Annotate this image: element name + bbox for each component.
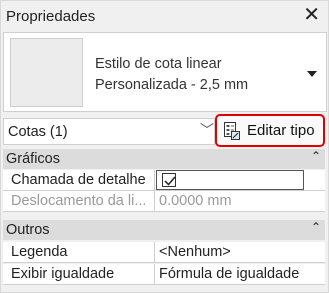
detail-callout-checkbox[interactable] — [162, 173, 176, 187]
scrollbar[interactable] — [325, 147, 328, 292]
property-name: Deslocamento da li... — [3, 191, 155, 211]
type-preview-image — [10, 38, 83, 107]
properties-panel: Propriedades ✕ Estilo de cota linear Per… — [0, 0, 329, 293]
section-label: Outros — [6, 222, 50, 238]
edit-type-button[interactable]: Editar tipo — [215, 114, 325, 147]
property-value: 0.0000 mm — [159, 193, 232, 209]
collapse-icon[interactable]: ⌃ — [311, 149, 321, 163]
type-name: Personalizada - 2,5 mm — [95, 77, 249, 93]
property-name: Legenda — [3, 242, 155, 262]
property-name: Chamada de detalhe — [3, 170, 155, 190]
close-icon[interactable]: ✕ — [303, 4, 320, 26]
instance-filter-label: Cotas (1) — [8, 124, 68, 140]
property-value[interactable]: <Nenhum> — [156, 242, 309, 262]
type-selector[interactable]: Estilo de cota linear Personalizada - 2,… — [3, 32, 327, 112]
property-row-exibir-igualdade[interactable]: Exibir igualdade Fórmula de igualdade — [3, 264, 327, 285]
property-row-legenda[interactable]: Legenda <Nenhum> — [3, 242, 327, 263]
type-family-name: Estilo de cota linear — [95, 56, 222, 72]
property-value[interactable]: Fórmula de igualdade — [156, 264, 309, 284]
section-label: Gráficos — [6, 151, 60, 167]
property-row-chamada-de-detalhe[interactable]: Chamada de detalhe — [3, 170, 327, 191]
property-name: Exibir igualdade — [3, 264, 155, 284]
section-header-graficos[interactable]: Gráficos ⌃ — [3, 149, 327, 169]
edit-type-label: Editar tipo — [247, 122, 315, 139]
edit-type-icon — [224, 122, 240, 140]
instance-bar: Cotas (1) ﹀ Editar tipo — [3, 114, 327, 147]
title-bar: Propriedades ✕ — [1, 1, 328, 30]
dropdown-arrow-icon[interactable] — [307, 71, 317, 77]
panel-title: Propriedades — [6, 8, 96, 25]
collapse-icon[interactable]: ⌃ — [311, 220, 321, 234]
checkmark-icon — [164, 176, 176, 186]
property-value-cell[interactable] — [156, 170, 304, 190]
chevron-down-icon[interactable]: ﹀ — [200, 120, 214, 140]
property-row-deslocamento: Deslocamento da li... 0.0000 mm — [3, 191, 327, 212]
section-header-outros[interactable]: Outros ⌃ — [3, 220, 327, 240]
instance-filter-dropdown[interactable]: Cotas (1) ﹀ — [3, 118, 215, 145]
